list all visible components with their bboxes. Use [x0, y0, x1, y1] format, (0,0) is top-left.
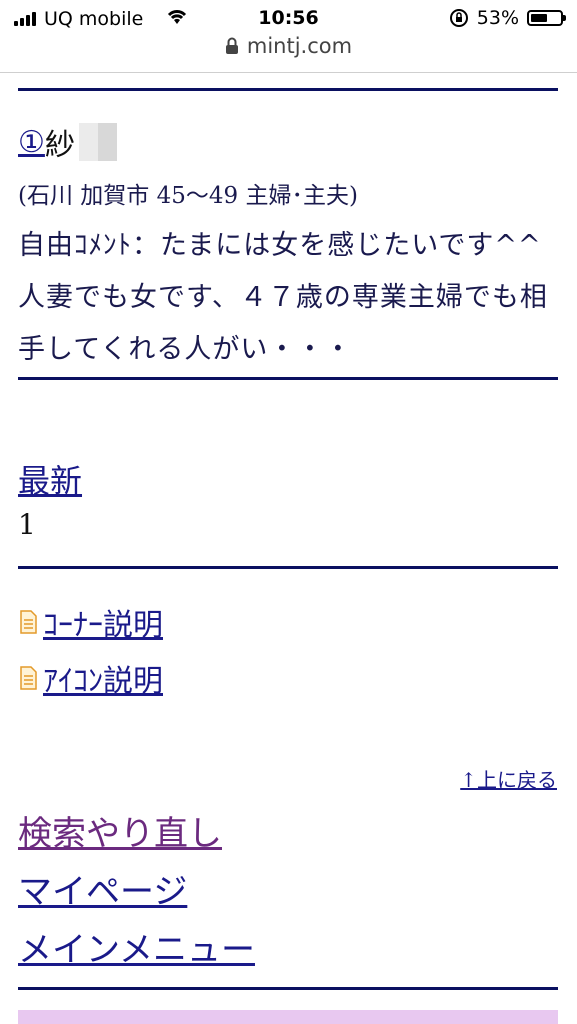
url-text: mintj.com: [246, 34, 353, 58]
post-number-link[interactable]: ①: [18, 125, 45, 160]
my-page-link[interactable]: マイページ: [18, 864, 187, 913]
main-menu-link[interactable]: メインメニュー: [18, 922, 255, 971]
page-count: 1: [18, 508, 36, 541]
search-again-link[interactable]: 検索やり直し: [18, 806, 222, 855]
footer-band: [18, 1010, 558, 1024]
divider: [18, 566, 558, 569]
document-icon: [20, 666, 37, 690]
blurred-name: [78, 123, 117, 161]
corner-help-link[interactable]: ｺｰﾅｰ説明: [20, 600, 163, 644]
rotation-lock-icon: [449, 9, 468, 27]
latest-link[interactable]: 最新: [18, 456, 82, 502]
back-to-top-link[interactable]: ↑上に戻る: [460, 764, 557, 793]
post-comment: 自由ｺﾒﾝﾄ：たまには女を感じたいです^^人妻でも女です、４７歳の専業主婦でも相…: [18, 230, 548, 365]
corner-help-label[interactable]: ｺｰﾅｰ説明: [43, 600, 163, 644]
lock-icon: [225, 37, 238, 54]
post-meta: (石川 加賀市 45〜49 主婦･主夫): [18, 183, 358, 209]
battery-icon: [527, 10, 566, 26]
divider: [18, 987, 558, 990]
icon-help-link[interactable]: ｱｲｺﾝ説明: [20, 656, 163, 700]
post-name: 紗: [44, 128, 75, 163]
post-title: ① 紗: [18, 120, 117, 164]
address-bar[interactable]: mintj.com: [0, 34, 577, 58]
browser-divider: [0, 72, 577, 73]
divider: [18, 88, 558, 91]
battery-percent: 53%: [476, 7, 519, 29]
divider: [18, 377, 558, 380]
icon-help-label[interactable]: ｱｲｺﾝ説明: [43, 656, 163, 700]
document-icon: [20, 610, 37, 634]
